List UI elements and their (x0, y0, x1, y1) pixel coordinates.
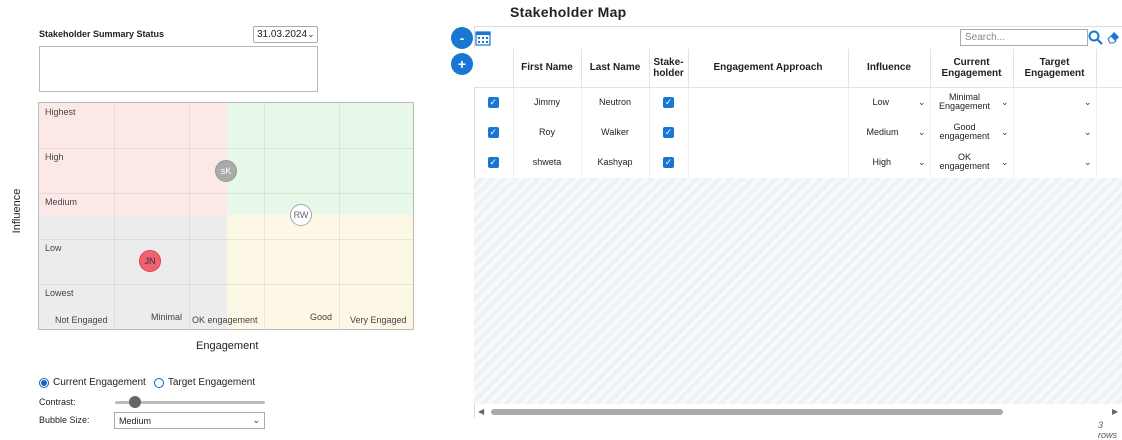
zone-low-influence-low-engagement (39, 215, 227, 329)
stakeholder-checkbox[interactable]: ✓ (663, 156, 674, 168)
current-engagement-dropdown[interactable]: Minimal Engagement ⌄ (931, 93, 1013, 111)
date-select[interactable]: 31.03.2024 ⌄ (253, 26, 318, 43)
calendar-grid-icon[interactable] (475, 30, 491, 51)
column-first-name[interactable]: First Name (513, 49, 582, 88)
engagement-radio-group: Current Engagement Target Engagement (39, 377, 255, 388)
eraser-icon[interactable] (1106, 30, 1121, 50)
stakeholder-bubble-jn[interactable]: JN (139, 250, 161, 272)
influence-dropdown[interactable]: High ⌄ (849, 156, 930, 167)
cell-last-name: Walker (581, 117, 650, 147)
bubble-size-label: Bubble Size: (39, 415, 90, 425)
scroll-right-arrow[interactable]: ▶ (1112, 407, 1118, 416)
add-button[interactable]: + (451, 53, 473, 75)
stakeholder-checkbox[interactable]: ✓ (663, 96, 674, 108)
influence-level-low: Low (45, 243, 62, 253)
rows-count: 3 rows (1098, 420, 1118, 440)
chevron-down-icon: ⌄ (917, 126, 926, 137)
column-stakeholder[interactable]: Stake-holder (649, 49, 689, 88)
row-select-checkbox[interactable]: ✓ (487, 96, 499, 108)
cell-engagement-approach[interactable] (688, 117, 849, 147)
bubble-size-select[interactable]: Medium ⌄ (114, 412, 265, 429)
y-axis-label: Influence (11, 188, 23, 234)
row-select-checkbox[interactable]: ✓ (487, 156, 499, 168)
stakeholder-bubble-rw[interactable]: RW (290, 204, 312, 226)
radio-target-label: Target Engagement (167, 377, 256, 388)
scroll-left-arrow[interactable]: ◀ (478, 407, 484, 416)
chevron-down-icon: ⌄ (307, 29, 315, 39)
influence-level-lowest: Lowest (45, 288, 74, 298)
chevron-down-icon: ⌄ (252, 415, 260, 425)
grid-empty-area (474, 178, 1122, 404)
engagement-level-minimal: Minimal (151, 312, 183, 322)
engagement-level-very-engaged: Very Engaged (350, 315, 407, 325)
contrast-label: Contrast: (39, 397, 76, 407)
table-row[interactable]: ✓ shweta Kashyap ✓ High ⌄ OK engagement ⌄ … (474, 147, 1122, 177)
cell-first-name: shweta (513, 147, 582, 177)
zone-high-influence-high-engagement (227, 103, 413, 215)
cell-last-name: Kashyap (581, 147, 650, 177)
column-spacer (1096, 49, 1122, 88)
influence-level-high: High (45, 152, 64, 162)
search-icon[interactable] (1088, 30, 1103, 50)
column-last-name[interactable]: Last Name (581, 49, 650, 88)
current-engagement-dropdown[interactable]: Good engagement ⌄ (931, 123, 1013, 141)
x-axis-label: Engagement (196, 340, 259, 352)
target-engagement-dropdown[interactable]: ⌄ (1014, 156, 1096, 167)
radio-current-engagement[interactable] (39, 377, 49, 388)
chevron-down-icon: ⌄ (1000, 126, 1009, 137)
contrast-slider-thumb[interactable] (129, 396, 141, 408)
column-target-engagement[interactable]: Target Engagement (1013, 49, 1097, 88)
influence-dropdown[interactable]: Low ⌄ (849, 96, 930, 107)
collapse-button[interactable]: - (451, 27, 473, 49)
cell-engagement-approach[interactable] (688, 87, 849, 117)
cell-first-name: Jimmy (513, 87, 582, 117)
influence-level-highest: Highest (45, 107, 76, 117)
chevron-down-icon: ⌄ (1083, 96, 1092, 107)
stakeholder-table: First Name Last Name Stake-holder Engage… (474, 49, 1122, 177)
cell-last-name: Neutron (581, 87, 650, 117)
influence-level-medium: Medium (45, 197, 78, 207)
radio-target-engagement[interactable] (153, 377, 164, 388)
stakeholder-checkbox[interactable]: ✓ (663, 126, 674, 138)
target-engagement-dropdown[interactable]: ⌄ (1014, 96, 1096, 107)
cell-engagement-approach[interactable] (688, 147, 849, 177)
table-row[interactable]: ✓ Roy Walker ✓ Medium ⌄ Good engagement ⌄ … (474, 117, 1122, 147)
column-current-engagement[interactable]: Current Engagement (930, 49, 1014, 88)
table-row[interactable]: ✓ Jimmy Neutron ✓ Low ⌄ Minimal Engagemen… (474, 87, 1122, 117)
select-column-header (474, 49, 514, 88)
stakeholder-matrix: Highest High Medium Low Lowest Not Engag… (38, 102, 414, 330)
summary-status-label: Stakeholder Summary Status (39, 29, 165, 39)
search-input[interactable]: Search... (960, 29, 1088, 46)
chevron-down-icon: ⌄ (1000, 156, 1009, 167)
chevron-down-icon: ⌄ (1083, 156, 1092, 167)
influence-dropdown[interactable]: Medium ⌄ (849, 126, 930, 137)
date-value: 31.03.2024 (257, 29, 308, 40)
page-title: Stakeholder Map (510, 4, 627, 20)
column-influence[interactable]: Influence (848, 49, 931, 88)
chevron-down-icon: ⌄ (917, 156, 926, 167)
row-select-checkbox[interactable]: ✓ (487, 126, 499, 138)
engagement-level-not-engaged: Not Engaged (55, 315, 108, 325)
summary-status-textarea[interactable] (39, 46, 318, 92)
horizontal-scrollbar-thumb[interactable] (491, 409, 1003, 415)
chevron-down-icon: ⌄ (1083, 126, 1092, 137)
target-engagement-dropdown[interactable]: ⌄ (1014, 126, 1096, 137)
engagement-level-good: Good (310, 312, 333, 322)
column-engagement-approach[interactable]: Engagement Approach (688, 49, 849, 88)
current-engagement-dropdown[interactable]: OK engagement ⌄ (931, 153, 1013, 171)
chevron-down-icon: ⌄ (917, 96, 926, 107)
chevron-down-icon: ⌄ (1000, 96, 1009, 107)
bubble-size-value: Medium (119, 415, 152, 426)
cell-first-name: Roy (513, 117, 582, 147)
radio-current-label: Current Engagement (53, 377, 146, 388)
stakeholder-bubble-sk[interactable]: sK (215, 160, 237, 182)
engagement-level-ok: OK engagement (192, 315, 258, 325)
